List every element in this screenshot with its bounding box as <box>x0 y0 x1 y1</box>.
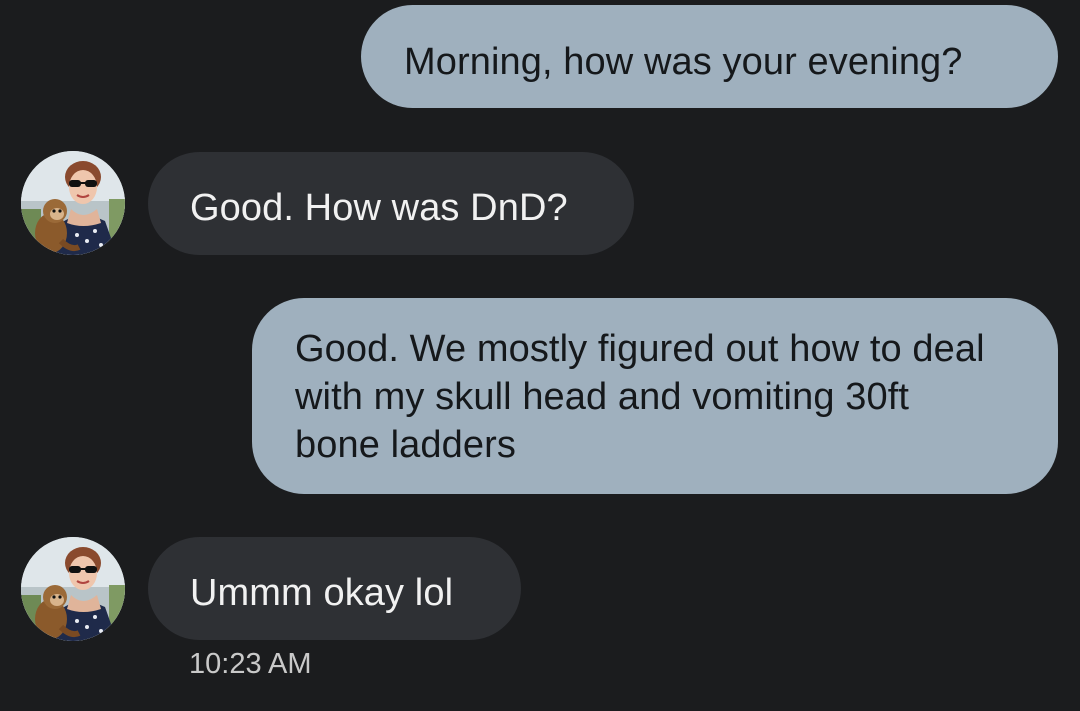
contact-photo-icon <box>21 537 125 641</box>
message-text: Ummm okay lol <box>190 572 454 614</box>
contact-photo-icon <box>21 151 125 255</box>
message-text: Morning, how was your evening? <box>404 41 963 83</box>
outgoing-message-bubble[interactable]: Morning, how was your evening? <box>361 5 1058 108</box>
contact-avatar[interactable] <box>21 537 125 641</box>
incoming-message-bubble[interactable]: Ummm okay lol <box>148 537 521 640</box>
contact-avatar[interactable] <box>21 151 125 255</box>
incoming-message-bubble[interactable]: Good. How was DnD? <box>148 152 634 255</box>
message-text: Good. How was DnD? <box>190 187 568 229</box>
message-text: Good. We mostly figured out how to deal … <box>295 328 985 466</box>
outgoing-message-bubble[interactable]: Good. We mostly figured out how to deal … <box>252 298 1058 494</box>
message-timestamp: 10:23 AM <box>189 648 312 680</box>
